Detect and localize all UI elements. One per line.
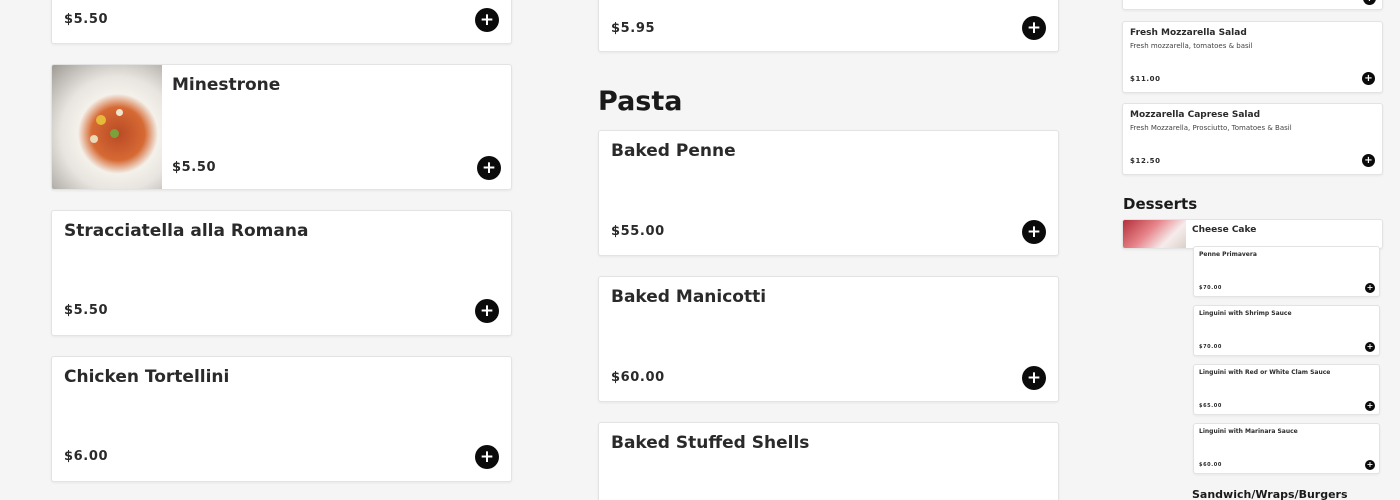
add-to-cart-button[interactable]: + <box>1365 460 1375 470</box>
plus-icon: + <box>1364 72 1373 84</box>
plus-icon: + <box>1026 17 1042 38</box>
menu-item-card[interactable]: Stracciatella alla Romana $5.50 + <box>51 210 512 336</box>
soup-bowl-image <box>52 65 162 189</box>
add-to-cart-button[interactable]: + <box>477 156 501 180</box>
item-name: Baked Stuffed Shells <box>611 433 810 453</box>
menu-item-card[interactable]: $5.95 + <box>598 0 1059 52</box>
plus-icon: + <box>1366 401 1374 410</box>
menu-item-card[interactable]: $5.50 + <box>51 0 512 44</box>
item-description: Fresh mozzarella, tomatoes & basil <box>1130 42 1253 50</box>
plus-icon: + <box>1364 154 1373 166</box>
menu-item-card[interactable]: Baked Penne $55.00 + <box>598 130 1059 256</box>
cheesecake-image <box>1123 220 1186 248</box>
item-price: $5.50 <box>172 160 217 175</box>
menu-item-card[interactable]: + <box>1122 0 1383 10</box>
plus-icon: + <box>479 446 495 467</box>
menu-item-card[interactable]: Penne Primavera $70.00 + <box>1193 246 1380 297</box>
plus-icon: + <box>1365 0 1373 4</box>
item-name: Fresh Mozzarella Salad <box>1130 28 1247 38</box>
plus-icon: + <box>1366 342 1374 351</box>
item-price: $60.00 <box>1199 462 1222 468</box>
plus-icon: + <box>1366 283 1374 292</box>
item-name: Linguini with Shrimp Sauce <box>1199 310 1292 317</box>
item-price: $5.95 <box>611 21 656 36</box>
item-price: $5.50 <box>64 303 109 318</box>
menu-item-card[interactable]: Baked Stuffed Shells <box>598 422 1059 500</box>
item-name: Minestrone <box>172 75 281 95</box>
item-name: Chicken Tortellini <box>64 367 230 387</box>
item-name: Linguini with Marinara Sauce <box>1199 428 1298 435</box>
menu-item-card[interactable]: Linguini with Shrimp Sauce $70.00 + <box>1193 305 1380 356</box>
menu-item-card[interactable]: Baked Manicotti $60.00 + <box>598 276 1059 402</box>
add-to-cart-button[interactable]: + <box>475 445 499 469</box>
add-to-cart-button[interactable]: + <box>1363 0 1376 5</box>
item-price: $70.00 <box>1199 344 1222 350</box>
section-title-pasta: Pasta <box>598 86 683 117</box>
menu-page: $5.50 + Minestrone $5.50 + Stracciatella… <box>0 0 1400 500</box>
add-to-cart-button[interactable]: + <box>475 8 499 32</box>
plus-icon: + <box>479 300 495 321</box>
item-name: Stracciatella alla Romana <box>64 221 309 241</box>
item-name: Mozzarella Caprese Salad <box>1130 110 1261 120</box>
section-title-desserts: Desserts <box>1123 195 1198 213</box>
item-price: $70.00 <box>1199 285 1222 291</box>
plus-icon: + <box>481 157 497 178</box>
menu-item-card[interactable]: Linguini with Marinara Sauce $60.00 + <box>1193 423 1380 474</box>
add-to-cart-button[interactable]: + <box>1022 220 1046 244</box>
menu-item-card[interactable]: Mozzarella Caprese Salad Fresh Mozzarell… <box>1122 103 1383 175</box>
item-name: Penne Primavera <box>1199 251 1257 258</box>
item-price: $65.00 <box>1199 403 1222 409</box>
item-name: Linguini with Red or White Clam Sauce <box>1199 369 1331 376</box>
plus-icon: + <box>479 9 495 30</box>
item-price: $60.00 <box>611 370 665 385</box>
add-to-cart-button[interactable]: + <box>1362 154 1375 167</box>
menu-item-card[interactable]: Linguini with Red or White Clam Sauce $6… <box>1193 364 1380 415</box>
item-name: Baked Penne <box>611 141 736 161</box>
menu-item-card[interactable]: Cheese Cake <box>1122 219 1383 249</box>
item-name: Cheese Cake <box>1192 225 1257 235</box>
item-price: $6.00 <box>64 449 109 464</box>
plus-icon: + <box>1366 460 1374 469</box>
add-to-cart-button[interactable]: + <box>1365 283 1375 293</box>
item-price: $12.50 <box>1130 157 1161 165</box>
menu-item-card[interactable]: Minestrone $5.50 + <box>51 64 512 190</box>
menu-item-card[interactable]: Fresh Mozzarella Salad Fresh mozzarella,… <box>1122 21 1383 93</box>
menu-item-card[interactable]: Chicken Tortellini $6.00 + <box>51 356 512 482</box>
add-to-cart-button[interactable]: + <box>1365 342 1375 352</box>
plus-icon: + <box>1026 221 1042 242</box>
item-price: $11.00 <box>1130 75 1161 83</box>
add-to-cart-button[interactable]: + <box>1022 366 1046 390</box>
item-price: $55.00 <box>611 224 665 239</box>
plus-icon: + <box>1026 367 1042 388</box>
add-to-cart-button[interactable]: + <box>1022 16 1046 40</box>
add-to-cart-button[interactable]: + <box>1362 72 1375 85</box>
item-name: Baked Manicotti <box>611 287 767 307</box>
add-to-cart-button[interactable]: + <box>1365 401 1375 411</box>
add-to-cart-button[interactable]: + <box>475 299 499 323</box>
item-price: $5.50 <box>64 12 109 27</box>
item-description: Fresh Mozzarella, Prosciutto, Tomatoes &… <box>1130 124 1292 132</box>
section-title-sandwiches: Sandwich/Wraps/Burgers <box>1192 488 1348 500</box>
